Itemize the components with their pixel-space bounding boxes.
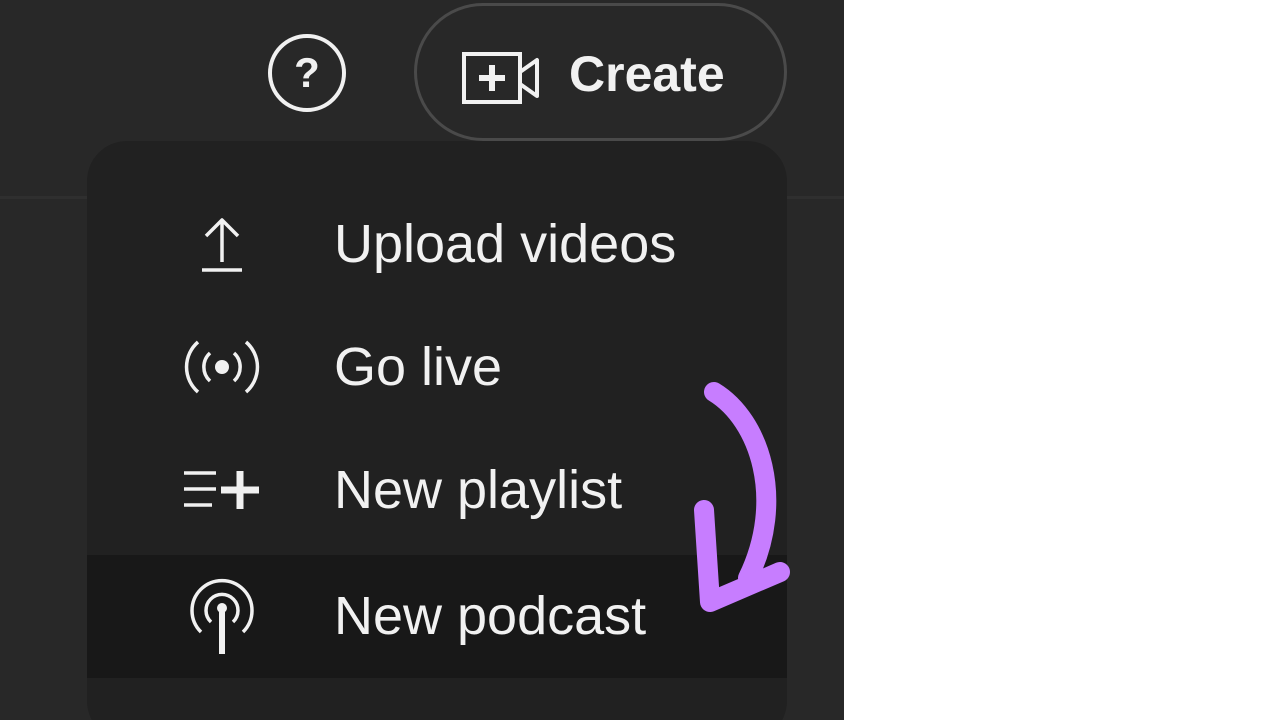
menu-item-label: Go live [334, 337, 503, 397]
upload-icon [182, 204, 262, 284]
help-icon: ? [294, 49, 320, 96]
create-label: Create [569, 46, 725, 102]
broadcast-icon [182, 327, 262, 407]
menu-item-label: New playlist [334, 460, 623, 520]
curved-arrow-icon [694, 382, 790, 612]
create-menu: Upload videos Go live New playlist New p… [87, 141, 787, 720]
video-camera-plus-icon [462, 52, 539, 104]
menu-item-new-playlist[interactable]: New playlist [87, 429, 787, 552]
menu-item-new-podcast[interactable]: New podcast [87, 555, 787, 678]
help-button[interactable]: ? [268, 34, 346, 112]
menu-item-upload-videos[interactable]: Upload videos [87, 183, 787, 306]
menu-item-go-live[interactable]: Go live [87, 306, 787, 429]
playlist-add-icon [182, 450, 262, 530]
menu-item-label: New podcast [334, 586, 647, 646]
podcast-icon [182, 576, 262, 656]
menu-item-label: Upload videos [334, 214, 677, 274]
create-button[interactable]: Create [414, 3, 787, 141]
